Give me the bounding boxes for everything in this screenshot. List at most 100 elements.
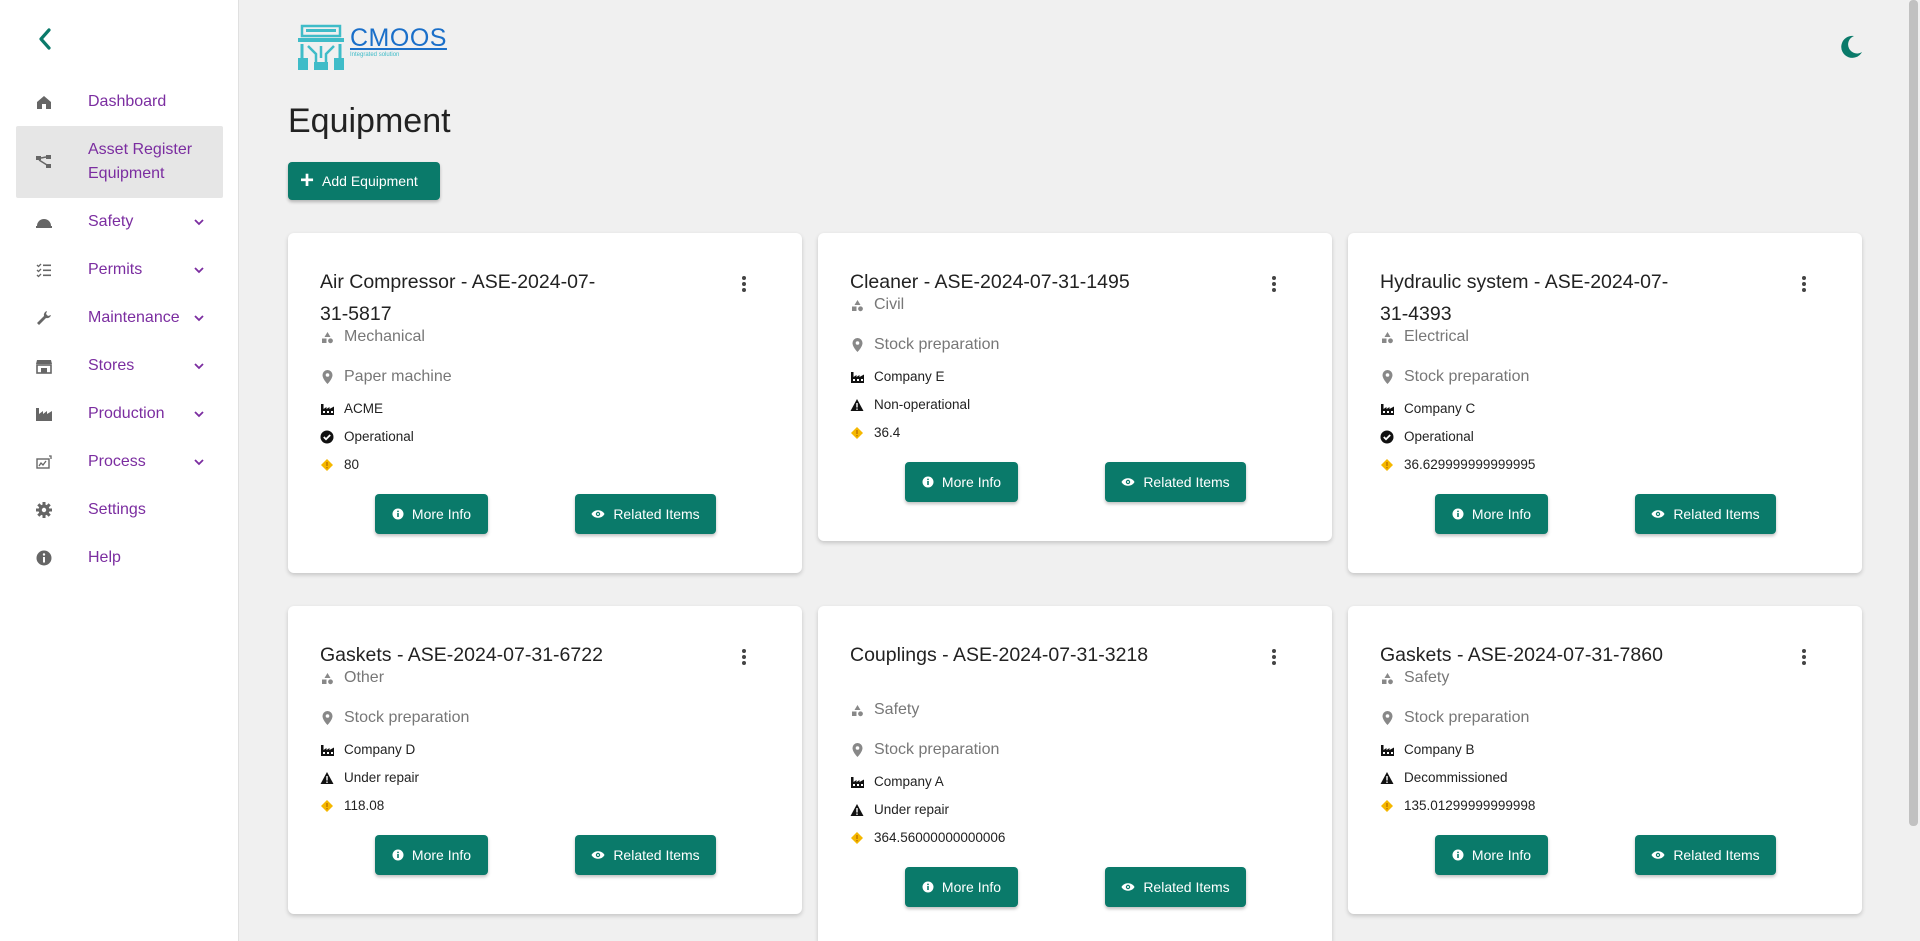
warning-icon [850,803,864,817]
sidebar-item-settings[interactable]: Settings [16,486,223,534]
category-icon [320,672,334,685]
card-location: Stock preparation [344,709,470,726]
sidebar-item-label: Production [88,405,165,422]
location-pin-icon [320,711,334,725]
card-location: Stock preparation [1404,709,1530,726]
collapse-sidebar-button[interactable] [30,24,60,54]
more-info-label: More Info [411,847,472,863]
logo-title: CMOOS [350,24,447,52]
card-location: Stock preparation [874,741,1000,758]
add-equipment-button[interactable]: + Add Equipment [288,162,440,200]
chevron-down-icon [187,266,211,274]
eye-icon [1121,882,1135,892]
info-icon [16,549,64,567]
card-title: Cleaner - ASE-2024-07-31-1495 [850,271,1130,293]
sidebar-item-permits[interactable]: Permits [16,246,223,294]
sidebar-item-dashboard[interactable]: Dashboard [16,78,223,126]
more-vert-icon[interactable] [1794,275,1814,295]
equipment-card: Gaskets - ASE-2024-07-31-6722 Other Stock … [288,606,802,914]
sidebar-item-label: Maintenance [88,309,180,326]
more-info-button[interactable]: More Info [1435,835,1548,875]
card-category: Mechanical [344,328,425,345]
related-items-button[interactable]: Related Items [1635,835,1776,875]
sidebar-item-label: Safety [88,213,134,230]
sidebar-item-asset-register-equipment[interactable]: Asset Register Equipment [16,126,223,198]
more-vert-icon[interactable] [1794,648,1814,668]
related-items-label: Related Items [613,506,700,522]
equipment-card: Cleaner - ASE-2024-07-31-1495 Civil Stock … [818,233,1332,541]
card-status: Operational [1404,429,1474,444]
more-vert-icon[interactable] [734,648,754,668]
more-info-button[interactable]: More Info [375,835,488,875]
eye-icon [591,509,605,519]
theme-toggle-button[interactable] [1838,34,1864,65]
sidebar-item-help[interactable]: Help [16,534,223,582]
more-vert-icon[interactable] [1264,648,1284,668]
check-circle-icon [1380,430,1394,444]
eye-icon [1121,477,1135,487]
chevron-down-icon [187,314,211,322]
related-items-button[interactable]: Related Items [1105,462,1246,502]
equipment-card: Gaskets - ASE-2024-07-31-7860 Safety Stock… [1348,606,1862,914]
info-icon [922,881,934,893]
related-items-button[interactable]: Related Items [575,494,716,534]
card-value: 118.08 [344,798,385,813]
more-vert-icon[interactable] [1264,275,1284,295]
more-info-button[interactable]: More Info [1435,494,1548,534]
related-items-button[interactable]: Related Items [1105,867,1246,907]
card-status: Decommissioned [1404,770,1508,785]
location-pin-icon [1380,711,1394,725]
card-company: Company E [874,369,945,384]
card-title: Gaskets - ASE-2024-07-31-6722 [320,644,603,666]
category-icon [1380,331,1394,344]
sidebar-item-maintenance[interactable]: Maintenance [16,294,223,342]
category-icon [850,704,864,717]
warning-icon [320,771,334,785]
info-icon [1452,508,1464,520]
sidebar-item-label: Stores [88,357,135,374]
sidebar-item-process[interactable]: Process [16,438,223,486]
category-icon [850,299,864,312]
related-items-label: Related Items [1673,506,1760,522]
more-info-label: More Info [411,506,472,522]
card-location: Stock preparation [1404,368,1530,385]
more-info-button[interactable]: More Info [905,462,1018,502]
chevron-down-icon [187,362,211,370]
factory-icon [850,371,864,383]
equipment-card: Hydraulic system - ASE-2024-07-31-4393 El… [1348,233,1862,573]
moon-icon [1841,35,1862,58]
info-icon [922,476,934,488]
scrollbar-thumb[interactable] [1909,0,1918,826]
scrollbar[interactable] [1906,0,1920,941]
card-title: Air Compressor - ASE-2024-07-31-5817 [320,271,596,325]
checklist-icon [16,261,64,279]
more-info-button[interactable]: More Info [375,494,488,534]
sidebar-item-production[interactable]: Production [16,390,223,438]
app-logo[interactable]: CMOOS Integrated solution [296,24,447,72]
related-items-label: Related Items [613,847,700,863]
sidebar: Dashboard Asset Register Equipment Safety P… [0,0,239,941]
card-title: Hydraulic system - ASE-2024-07-31-4393 [1380,271,1669,325]
sidebar-item-safety[interactable]: Safety [16,198,223,246]
factory-icon [320,403,334,415]
eye-icon [1651,850,1665,860]
more-info-button[interactable]: More Info [905,867,1018,907]
related-items-button[interactable]: Related Items [1635,494,1776,534]
card-status: Under repair [874,802,950,817]
location-pin-icon [320,370,334,384]
related-items-button[interactable]: Related Items [575,835,716,875]
info-icon [392,508,404,520]
category-icon [1380,672,1394,685]
sidebar-nav: Dashboard Asset Register Equipment Safety P… [16,78,223,582]
more-vert-icon[interactable] [734,275,754,295]
warning-icon [850,398,864,412]
sidebar-item-stores[interactable]: Stores [16,342,223,390]
more-info-label: More Info [941,474,1002,490]
card-category: Civil [874,296,905,313]
card-category: Safety [1404,669,1450,686]
location-pin-icon [850,338,864,352]
sidebar-item-label: Process [88,453,146,470]
hierarchy-icon [16,153,64,171]
factory-icon [1380,744,1394,756]
sidebar-item-label: Dashboard [88,93,167,110]
